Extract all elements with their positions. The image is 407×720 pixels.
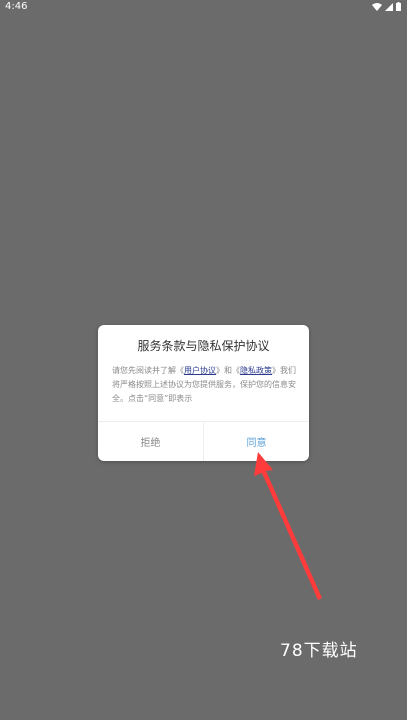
pointer-arrow-icon bbox=[254, 452, 322, 600]
arrow-shape bbox=[254, 452, 322, 600]
watermark-text: 78下载站 bbox=[280, 641, 358, 661]
